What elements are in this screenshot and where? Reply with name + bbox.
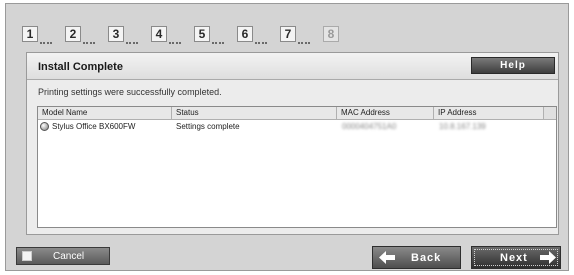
cancel-button[interactable]: Cancel	[16, 247, 110, 265]
cell-model: Stylus Office BX600FW	[52, 122, 136, 131]
table-header: Model Name Status MAC Address IP Address	[38, 107, 556, 120]
step-dots	[169, 38, 181, 44]
help-button[interactable]: Help	[471, 57, 555, 74]
step-dots	[298, 38, 310, 44]
status-message: Printing settings were successfully comp…	[38, 87, 222, 97]
bottom-button-bar: Cancel Back Next	[0, 240, 574, 275]
panel-header: Install Complete Help	[27, 53, 558, 80]
step-dots	[212, 38, 224, 44]
step-number: 3	[108, 26, 124, 42]
next-button[interactable]: Next	[471, 246, 561, 269]
cell-ip: 10.8.167.139	[439, 122, 486, 131]
column-header-status[interactable]: Status	[172, 107, 337, 119]
printer-icon	[40, 122, 49, 131]
arrow-right-icon	[540, 251, 556, 264]
cancel-label: Cancel	[53, 251, 85, 262]
step-dots	[255, 38, 267, 44]
step-number: 7	[280, 26, 296, 42]
column-header-model[interactable]: Model Name	[38, 107, 172, 119]
table-scroll-corner	[543, 107, 556, 119]
step-number: 2	[65, 26, 81, 42]
back-label: Back	[411, 252, 442, 264]
next-label: Next	[500, 252, 528, 264]
arrow-left-icon	[379, 251, 395, 264]
step-number: 6	[237, 26, 253, 42]
cell-status: Settings complete	[176, 122, 240, 131]
step-dots	[40, 38, 52, 44]
step-dots	[126, 38, 138, 44]
step-number: 8	[323, 26, 339, 42]
table-row[interactable]: Stylus Office BX600FW Settings complete …	[38, 120, 556, 133]
cancel-checkbox-icon	[22, 251, 32, 261]
panel-title: Install Complete	[38, 61, 123, 73]
printer-table: Model Name Status MAC Address IP Address…	[37, 106, 557, 228]
back-button[interactable]: Back	[372, 246, 461, 269]
step-number: 1	[22, 26, 38, 42]
cell-mac: 0000404751A0	[342, 122, 397, 131]
install-complete-panel: Install Complete Help Printing settings …	[26, 52, 559, 235]
column-header-mac[interactable]: MAC Address	[337, 107, 434, 119]
column-header-ip[interactable]: IP Address	[434, 107, 544, 119]
installer-window: 1 2 3 4 5 6 7 8 Install Complete Help Pr…	[5, 3, 569, 271]
step-dots	[83, 38, 95, 44]
step-number: 4	[151, 26, 167, 42]
step-number: 5	[194, 26, 210, 42]
